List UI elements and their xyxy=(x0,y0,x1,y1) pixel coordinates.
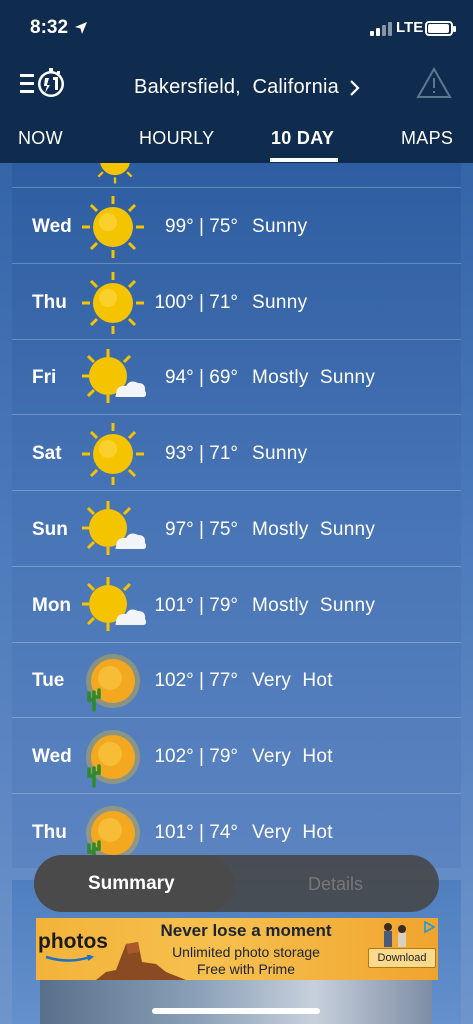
forecast-row[interactable]: Thu 100° | 71° Sunny xyxy=(12,264,461,340)
app-header: 8:32 LTE Bakersfield, California NOW HOU… xyxy=(0,0,473,163)
tab-hourly[interactable]: HOURLY xyxy=(139,128,214,149)
status-bar: 8:32 LTE xyxy=(0,0,473,56)
ad-line-2: Free with Prime xyxy=(196,961,296,977)
forecast-row[interactable]: Sat 93° | 71° Sunny xyxy=(12,415,461,492)
forecast-day: Sat xyxy=(32,443,62,465)
forecast-temps: 99° | 75° xyxy=(165,216,238,237)
forecast-day: Fri xyxy=(32,367,57,389)
battery-icon xyxy=(425,21,456,36)
forecast-day: Tue xyxy=(32,670,65,692)
forecast-condition: Mostly Sunny xyxy=(252,367,376,389)
ad-image-strip xyxy=(40,980,432,1024)
forecast-temps: 101° | 74° xyxy=(154,821,238,843)
tab-10-day[interactable]: 10 DAY xyxy=(271,128,334,149)
alert-icon[interactable] xyxy=(416,66,452,100)
forecast-condition: Very Hot xyxy=(252,821,333,843)
summary-details-toggle: Summary Details xyxy=(34,855,439,912)
status-time: 8:32 xyxy=(30,17,69,38)
forecast-day: Thu xyxy=(32,821,67,843)
forecast-condition: Very Hot xyxy=(252,670,333,692)
forecast-row[interactable]: Wed 102° | 79° Very Hot xyxy=(12,718,461,794)
forecast-row[interactable]: Wed 99° | 75° Sunny xyxy=(12,188,461,264)
hot-cactus-icon xyxy=(86,729,140,788)
forecast-day: Thu xyxy=(32,291,67,313)
tab-bar: NOW HOURLY 10 DAY MAPS xyxy=(0,124,473,163)
forecast-day: Wed xyxy=(32,216,72,237)
ad-headline: Never lose a moment xyxy=(160,921,332,940)
forecast-temps: 100° | 71° xyxy=(154,291,238,313)
forecast-condition: Sunny xyxy=(252,216,308,237)
location-arrow-icon xyxy=(75,22,87,34)
sun-icon xyxy=(82,196,144,258)
network-label: LTE xyxy=(396,19,424,36)
forecast-day: Mon xyxy=(32,594,72,616)
chevron-right-icon xyxy=(350,79,360,96)
forecast-temps: 97° | 75° xyxy=(165,518,238,540)
forecast-list: Wed 99° | 75° Sunny Thu 100° | 71° Sunny Fri 94… xyxy=(12,163,461,868)
ad-banner[interactable]: photos Never lose a moment Unlimited pho… xyxy=(36,918,438,980)
location-name: Bakersfield, California xyxy=(134,76,339,98)
ad-choices-icon[interactable] xyxy=(422,920,436,934)
forecast-row[interactable]: Sun 97° | 75° Mostly Sunny xyxy=(12,491,461,567)
forecast-row[interactable]: Fri 94° | 69° Mostly Sunny xyxy=(12,339,461,416)
forecast-temps: 94° | 69° xyxy=(165,367,238,389)
ad-download-button[interactable]: Download xyxy=(368,948,436,968)
hot-cactus-icon xyxy=(86,654,140,712)
location-selector[interactable]: Bakersfield, California xyxy=(0,76,473,99)
ad-line-1: Unlimited photo storage xyxy=(172,944,320,960)
forecast-temps: 93° | 71° xyxy=(165,443,238,465)
sun-cloud-icon xyxy=(82,500,146,555)
home-indicator xyxy=(152,1008,320,1014)
tab-now[interactable]: NOW xyxy=(18,128,63,149)
forecast-temps: 102° | 79° xyxy=(154,745,238,767)
signal-icon xyxy=(370,22,392,36)
active-tab-indicator xyxy=(270,158,338,162)
sun-icon xyxy=(97,163,133,184)
forecast-condition: Very Hot xyxy=(252,745,333,767)
forecast-day: Wed xyxy=(32,745,72,767)
sun-icon xyxy=(82,271,144,334)
forecast-day: Sun xyxy=(32,518,68,540)
sun-cloud-icon xyxy=(82,349,146,404)
forecast-condition: Sunny xyxy=(252,291,308,313)
forecast-condition: Mostly Sunny xyxy=(252,594,376,616)
forecast-temps: 101° | 79° xyxy=(154,594,238,616)
sun-icon xyxy=(82,423,144,486)
tab-maps[interactable]: MAPS xyxy=(401,128,453,149)
smile-arrow-icon xyxy=(45,955,94,962)
forecast-row[interactable]: Tue 102° | 77° Very Hot xyxy=(12,642,461,719)
forecast-condition: Mostly Sunny xyxy=(252,518,376,540)
sun-cloud-icon xyxy=(82,576,146,631)
forecast-temps: 102° | 77° xyxy=(154,670,238,692)
forecast-row[interactable]: Mon 101° | 79° Mostly Sunny xyxy=(12,567,461,643)
details-tab[interactable]: Details xyxy=(308,874,363,895)
forecast-condition: Sunny xyxy=(252,443,308,465)
summary-tab[interactable]: Summary xyxy=(88,873,175,895)
